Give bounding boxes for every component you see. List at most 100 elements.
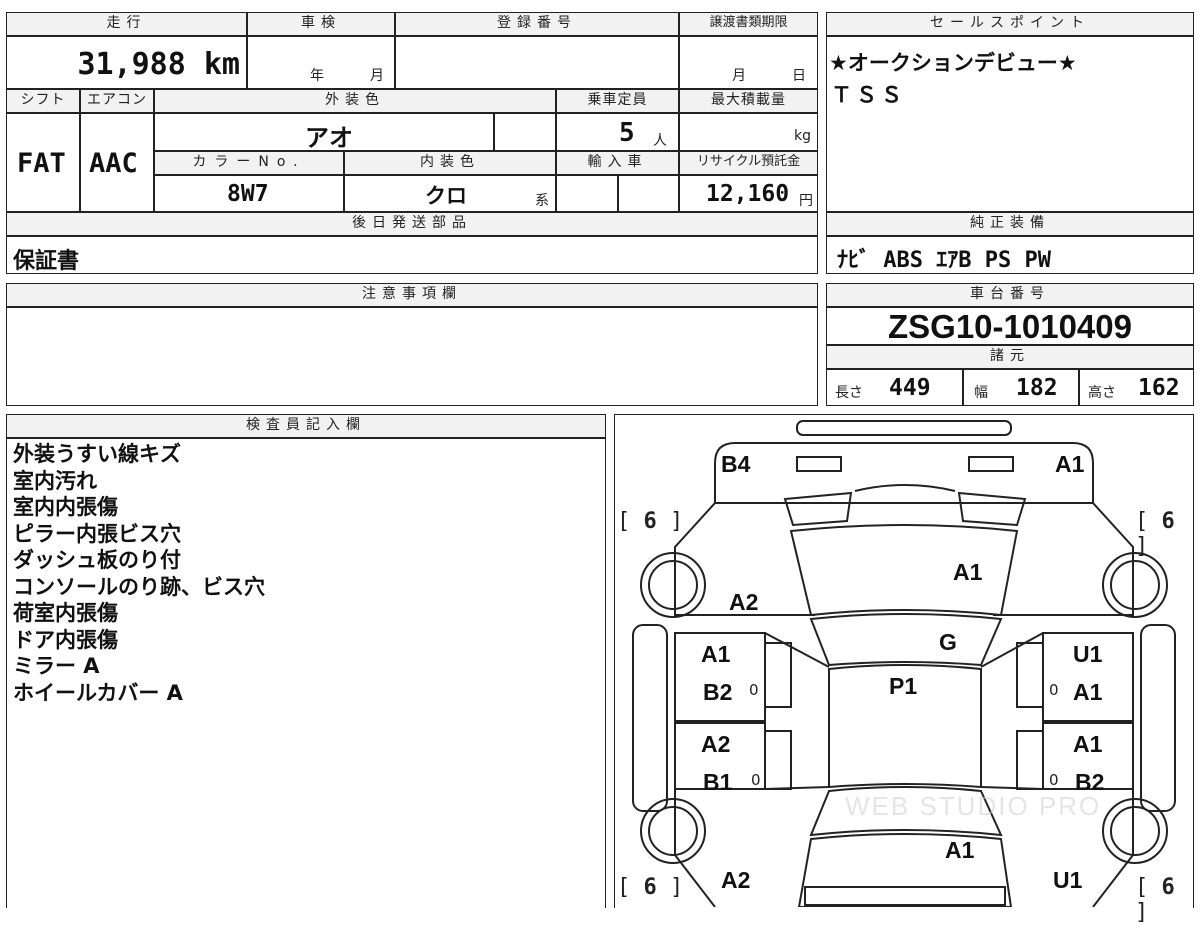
zero-right-front: 0 [1049,771,1059,789]
max-load-cell: kg [679,113,818,151]
registration-label: 登録番号 [395,12,679,36]
import-label: 輸入車 [556,151,679,175]
exterior-color-extra-cell [494,113,556,151]
inspector-line: 室内内張傷 [13,495,118,519]
recycle-cell: 12,160 円 [679,175,818,212]
tire-rear-left: [ 6 ] [617,509,684,534]
code-right-rear-door-2: A1 [1073,679,1103,705]
transfer-month-unit: 月 [732,68,746,84]
code-hood: A1 [945,837,975,863]
color-no-label: カラーNo. [154,151,344,175]
code-rear-right: A1 [1055,451,1085,477]
width-label: 幅 [974,385,988,401]
shift-cell: FAT [6,113,80,212]
inspection-month-unit: 月 [370,68,384,84]
tire-front-left: [ 6 ] [617,875,684,900]
mileage-cell: 31,988 km [6,36,247,89]
mileage-value: 31,988 km [77,47,240,82]
aircon-value: AAC [89,148,138,179]
color-no-value: 8W7 [227,181,269,207]
sales-point-cell: ★オークションデビュー★ ＴＳＳ [826,36,1194,212]
tire-front-left-value: 6 [643,875,657,900]
tire-rear-right-value: 6 [1161,509,1175,534]
height-cell: 高さ 162 [1079,369,1194,406]
registration-cell [395,36,679,89]
capacity-unit: 人 [653,133,667,149]
width-value: 182 [1016,375,1058,401]
code-left-front-fender: A2 [721,867,751,893]
tire-front-right-value: 6 [1161,875,1175,900]
interior-color-cell: クロ 系 [344,175,556,212]
inspector-label: 検査員記入欄 [6,414,606,438]
notes-label: 注意事項欄 [6,283,818,307]
code-right-front-door-1: A1 [1073,731,1103,757]
interior-color-value: クロ [425,184,467,208]
length-cell: 長さ 449 [826,369,963,406]
shift-value: FAT [17,148,66,179]
transfer-deadline-label: 譲渡書類期限 [679,12,818,36]
import-cell-a [556,175,618,212]
zero-right-rear: 0 [1049,681,1059,699]
capacity-label: 乗車定員 [556,89,679,113]
zero-left-rear: 0 [749,681,759,699]
damage-diagram: [ 6 ] [ 6 ] [ 6 ] [ 6 ] B4 A1 A1 A2 G P1… [614,414,1194,925]
inspector-cell: 外装うすい線キズ 室内汚れ 室内内張傷 ピラー内張ビス穴 ダッシュ板のり付 コン… [6,438,606,908]
sales-point-label: セールスポイント [826,12,1194,36]
sales-point-line-1: ★オークションデビュー★ [829,51,1077,75]
length-label: 長さ [835,385,863,401]
recycle-unit: 円 [799,193,813,209]
later-parts-value: 保証書 [13,249,80,274]
color-no-cell: 8W7 [154,175,344,212]
capacity-cell: 5 人 [556,113,679,151]
later-parts-label: 後日発送部品 [6,212,818,236]
mileage-label: 走行 [6,12,247,36]
code-left-rear-door-1: A1 [701,641,731,667]
inspection-cell: 年 月 [247,36,395,89]
chassis-label: 車台番号 [826,283,1194,307]
height-label: 高さ [1088,385,1116,401]
recycle-value: 12,160 [706,181,790,207]
inspector-lines: 外装うすい線キズ 室内汚れ 室内内張傷 ピラー内張ビス穴 ダッシュ板のり付 コン… [13,441,265,706]
specs-label: 諸元 [826,345,1194,369]
exterior-color-cell: アオ [154,113,494,152]
chassis-cell: ZSG10-1010409 [826,307,1194,345]
inspector-line: ホイールカバー A [13,680,183,705]
code-right-front-fender: U1 [1053,867,1083,893]
inspection-label: 車検 [247,12,395,36]
exterior-color-value: アオ [305,124,353,152]
inspector-line: ピラー内張ビス穴 [13,521,181,546]
inspector-line: ミラー A [13,654,100,678]
exterior-color-label: 外装色 [154,89,556,113]
code-rear-glass: A1 [953,559,983,585]
notes-cell [6,307,818,406]
equipment-label: 純正装備 [826,212,1194,236]
transfer-day-unit: 日 [792,68,806,84]
zero-left-front: 0 [751,771,761,789]
inspection-year-unit: 年 [310,68,324,84]
aircon-cell: AAC [80,113,154,212]
tire-front-right: [ 6 ] [1135,875,1175,925]
watermark: WEB STUDIO PRO [845,791,1102,821]
max-load-unit: kg [794,128,811,144]
inspector-line: 外装うすい線キズ [13,442,181,466]
tire-rear-right: [ 6 ] [1135,509,1175,559]
sales-point-line-2: ＴＳＳ [831,83,906,107]
equipment-value: ﾅﾋﾞ ABS ｴｱB PS PW [837,248,1051,273]
max-load-label: 最大積載量 [679,89,818,113]
recycle-label: リサイクル預託金 [679,151,818,175]
width-cell: 幅 182 [963,369,1079,406]
length-value: 449 [889,375,931,401]
interior-color-suffix: 系 [535,193,549,209]
code-roof: P1 [889,673,918,699]
later-parts-cell: 保証書 [6,236,818,274]
code-left-rear-door-2: B2 [703,679,733,705]
code-right-rear-door-1: U1 [1073,641,1103,667]
inspector-line: ドア内張傷 [13,627,118,652]
code-left-rear-fender: A2 [729,589,759,615]
capacity-value: 5 [619,118,635,148]
aircon-label: エアコン [80,89,154,113]
tire-rear-left-value: 6 [643,509,657,534]
code-left-front-door-1: A2 [701,731,731,757]
equipment-cell: ﾅﾋﾞ ABS ｴｱB PS PW [826,236,1194,274]
code-left-front-door-2: B1 [703,769,733,795]
